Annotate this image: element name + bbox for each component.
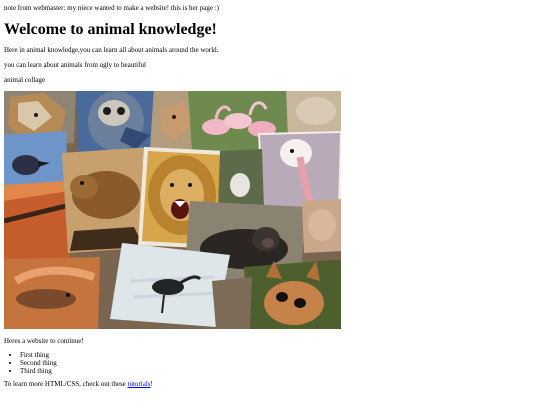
list-item: Third thing [20, 367, 57, 375]
list-item: First thing [20, 351, 57, 359]
subintro-text: you can learn about animals from ugly to… [4, 61, 146, 69]
tutorials-link[interactable]: tutorials [128, 380, 151, 388]
list-item: Second thing [20, 359, 57, 367]
right-animal-photo [302, 199, 341, 253]
footer-text: To learn more HTML/CSS, check out these … [4, 380, 153, 389]
bird-on-branch-photo [4, 131, 71, 265]
lizard-photo [4, 257, 100, 329]
heron-photo [110, 243, 230, 327]
owl-photo [76, 91, 160, 155]
things-list: First thing Second thing Third thing [4, 351, 57, 375]
fawn-photo [244, 259, 341, 329]
bird-group-photo [218, 149, 264, 211]
continue-text: Heres a website to continue! [4, 337, 84, 345]
animal-collage-image [4, 91, 341, 329]
intro-text: Here in animal knowledge,you can learn a… [4, 46, 219, 54]
footer-suffix: ! [150, 380, 153, 388]
collage-svg [4, 91, 341, 329]
top-right-animal-photo [286, 91, 341, 137]
webmaster-note: note from webmaster: my niece wanted to … [4, 4, 219, 12]
collage-label: animal collage [4, 76, 46, 84]
footer-prefix: To learn more HTML/CSS, check out these [4, 380, 128, 388]
small-animal-photo [212, 277, 252, 329]
page-title: Welcome to animal knowledge! [4, 21, 217, 38]
